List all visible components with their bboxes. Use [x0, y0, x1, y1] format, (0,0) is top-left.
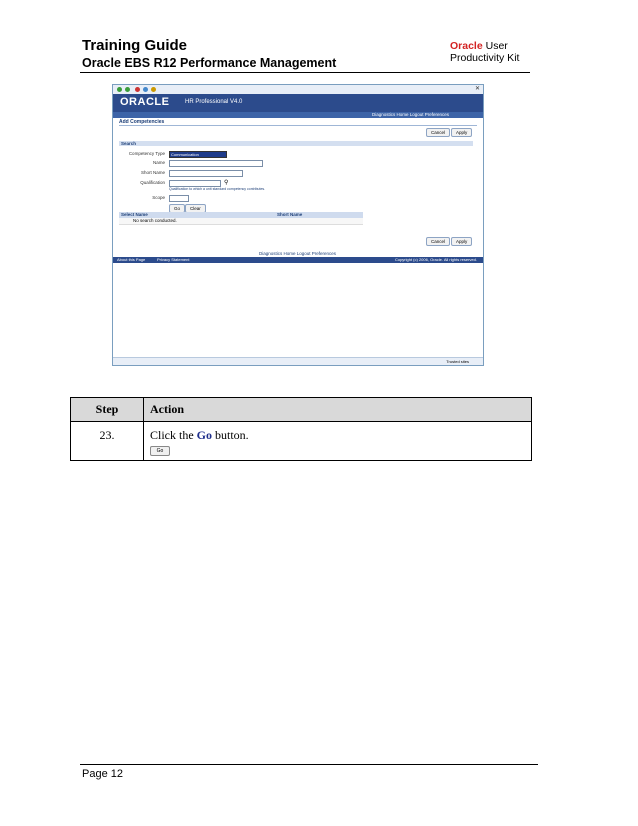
about-link[interactable]: About this Page	[117, 257, 145, 263]
go-button-thumbnail: Go	[150, 446, 170, 456]
step-action: Click the Go button. Go	[143, 421, 532, 461]
results-empty-row: No search conducted.	[119, 218, 363, 225]
header-rule	[80, 72, 530, 73]
brand-bar: ORACLE HR Professional V4.0	[113, 94, 483, 112]
upk-user: User	[485, 40, 508, 52]
competency-type-select[interactable]: Communication	[169, 151, 227, 158]
scope-select[interactable]	[169, 195, 189, 202]
scope-label: Scope	[152, 195, 165, 200]
short-name-field[interactable]	[169, 170, 243, 177]
search-header: Search	[119, 141, 473, 146]
cancel-button-bottom[interactable]: Cancel	[426, 237, 451, 246]
name-label: Name	[152, 160, 165, 165]
qualification-field[interactable]	[169, 180, 221, 187]
step-number: 23.	[70, 421, 144, 461]
short-name-label: Short Name	[140, 170, 165, 175]
table-row: 23. Click the Go button. Go	[70, 421, 532, 461]
competency-type-label: Competency Type	[128, 151, 165, 156]
upk-line2: Productivity Kit	[450, 52, 520, 64]
copyright-text: Copyright (c) 2006, Oracle. All rights r…	[394, 257, 477, 262]
header-subtitle: Oracle EBS R12 Performance Management	[82, 56, 337, 70]
application-screenshot: ✕ ORACLE HR Professional V4.0 Diagnostic…	[112, 84, 484, 366]
footer-rule	[80, 764, 538, 765]
apply-button-bottom[interactable]: Apply	[451, 237, 473, 246]
qualification-hint: Qualification to which a unit standard c…	[169, 187, 266, 191]
cancel-button[interactable]: Cancel	[426, 128, 451, 137]
footer-bar: About this Page Privacy Statement Copyri…	[113, 257, 483, 263]
col-step-header: Step	[70, 397, 144, 422]
page-number: Page 12	[82, 768, 123, 780]
home-icon[interactable]	[151, 87, 156, 92]
global-nav-links[interactable]: Diagnostics Home Logout Preferences	[372, 112, 449, 117]
action-bold: Go	[196, 428, 213, 442]
stop-icon[interactable]	[135, 87, 140, 92]
col-action-header: Action	[143, 397, 532, 422]
qualification-label: Qualification	[140, 180, 165, 185]
action-pre: Click the	[150, 428, 197, 442]
trusted-sites: Trusted sites	[446, 359, 469, 364]
upk-logo: Oracle User Productivity Kit	[450, 40, 519, 64]
forward-icon[interactable]	[125, 87, 130, 92]
back-icon[interactable]	[117, 87, 122, 92]
app-title: HR Professional V4.0	[185, 99, 243, 105]
action-post: button.	[212, 428, 249, 442]
footer-nav-links[interactable]: Diagnostics Home Logout Preferences	[259, 251, 336, 256]
global-nav: Diagnostics Home Logout Preferences	[113, 112, 483, 118]
heading-rule	[119, 125, 477, 126]
apply-button[interactable]: Apply	[451, 128, 473, 137]
empty-message: No search conducted.	[133, 218, 177, 223]
search-icon[interactable]: ⚲	[224, 179, 228, 186]
upk-oracle: Oracle	[450, 40, 483, 52]
refresh-icon[interactable]	[143, 87, 148, 92]
header-title: Training Guide	[82, 37, 188, 54]
oracle-logo: ORACLE	[120, 96, 170, 108]
close-icon[interactable]: ✕	[475, 85, 480, 92]
name-field[interactable]	[169, 160, 263, 167]
step-table: Step Action 23. Click the Go button. Go	[70, 397, 532, 461]
status-bar: Trusted sites	[113, 357, 483, 365]
privacy-link[interactable]: Privacy Statement	[157, 257, 189, 263]
